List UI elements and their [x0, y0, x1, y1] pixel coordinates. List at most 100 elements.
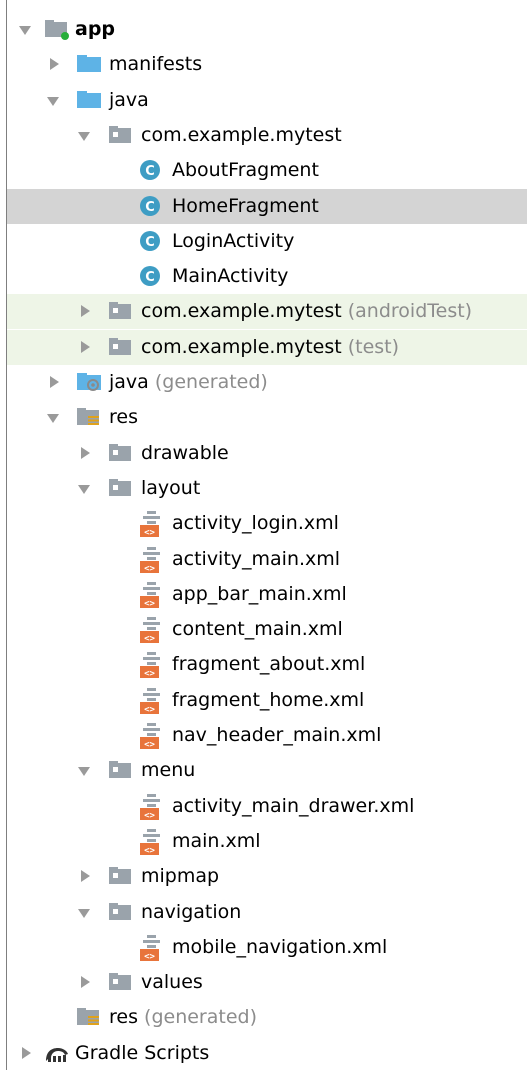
chevron-right-icon[interactable] — [78, 965, 92, 1000]
layout-xml-icon: <> — [137, 789, 165, 824]
tree-item-activity-login-xml[interactable]: <> activity_login.xml — [7, 506, 527, 541]
package-icon — [107, 895, 135, 930]
tree-item-label: java — [109, 83, 149, 118]
tree-item-label: app — [75, 12, 115, 47]
tree-item-pkg-main[interactable]: com.example.mytest — [7, 118, 527, 153]
tree-item-home-fragment[interactable]: C HomeFragment — [7, 188, 527, 224]
tree-item-name: navigation — [141, 900, 242, 923]
tree-item-label: drawable — [141, 436, 229, 471]
tree-item-name: mobile_navigation.xml — [172, 935, 388, 958]
chevron-down-icon[interactable] — [47, 83, 61, 118]
tree-item-name: fragment_home.xml — [172, 688, 365, 711]
tree-item-label: manifests — [109, 47, 202, 82]
svg-text:<>: <> — [144, 528, 155, 538]
tree-item-main-xml[interactable]: <> main.xml — [7, 824, 527, 859]
tree-item-name: com.example.mytest — [141, 335, 342, 358]
svg-text:<>: <> — [144, 634, 155, 644]
layout-xml-icon: <> — [137, 577, 165, 612]
tree-item-about-fragment[interactable]: C AboutFragment — [7, 153, 527, 188]
tree-item-login-activity[interactable]: C LoginActivity — [7, 224, 527, 259]
layout-xml-icon: <> — [137, 647, 165, 682]
tree-item-java-generated[interactable]: java (generated) — [7, 365, 527, 400]
chevron-right-icon[interactable] — [78, 294, 92, 329]
svg-text:<>: <> — [144, 846, 155, 856]
svg-text:<>: <> — [144, 740, 155, 750]
folder-icon — [75, 83, 103, 118]
tree-item-drawable[interactable]: drawable — [7, 436, 527, 471]
chevron-down-icon[interactable] — [78, 118, 92, 153]
package-icon — [107, 471, 135, 506]
layout-xml-icon: <> — [137, 506, 165, 541]
tree-item-app[interactable]: app — [7, 12, 527, 47]
chevron-down-icon[interactable] — [19, 12, 33, 47]
tree-item-menu[interactable]: menu — [7, 753, 527, 788]
svg-text:C: C — [145, 164, 155, 179]
tree-item-name: activity_main_drawer.xml — [172, 794, 415, 817]
tree-item-label: app_bar_main.xml — [172, 577, 347, 612]
package-icon — [107, 330, 135, 365]
tree-item-label: navigation — [141, 895, 241, 930]
tree-item-activity-main-drawer-xml[interactable]: <> activity_main_drawer.xml — [7, 789, 527, 824]
tree-item-fragment-about-xml[interactable]: <> fragment_about.xml — [7, 647, 527, 682]
chevron-right-icon[interactable] — [78, 859, 92, 894]
resource-folder-icon — [75, 1000, 103, 1035]
tree-item-name: Gradle Scripts — [75, 1041, 210, 1064]
tree-item-name: AboutFragment — [172, 159, 319, 182]
chevron-down-icon[interactable] — [78, 471, 92, 506]
tree-item-label: HomeFragment — [172, 189, 319, 224]
tree-item-java[interactable]: java — [7, 83, 527, 118]
chevron-down-icon[interactable] — [78, 753, 92, 788]
tree-item-suffix: (test) — [347, 335, 400, 358]
tree-item-pkg-test[interactable]: com.example.mytest (test) — [7, 329, 527, 365]
tree-item-name: activity_main.xml — [172, 547, 341, 570]
tree-item-res[interactable]: res — [7, 400, 527, 435]
gradle-icon — [43, 1036, 71, 1071]
tree-item-mipmap[interactable]: mipmap — [7, 859, 527, 894]
tree-item-label: menu — [141, 753, 195, 788]
tree-item-gradle-scripts[interactable]: Gradle Scripts — [7, 1036, 527, 1071]
layout-xml-icon: <> — [137, 683, 165, 718]
tree-item-label: res — [109, 400, 138, 435]
tree-item-name: values — [141, 971, 203, 994]
tree-item-name: nav_header_main.xml — [172, 724, 382, 746]
chevron-right-icon[interactable] — [78, 330, 92, 365]
tree-item-label: fragment_home.xml — [172, 683, 364, 718]
tree-item-pkg-androidtest[interactable]: com.example.mytest (androidTest) — [7, 294, 527, 330]
tree-item-name: app — [75, 18, 116, 40]
chevron-down-icon[interactable] — [47, 400, 61, 435]
tree-item-label: activity_main.xml — [172, 542, 340, 577]
tree-item-app-bar-main-xml[interactable]: <> app_bar_main.xml — [7, 577, 527, 612]
tree-item-navigation[interactable]: navigation — [7, 895, 527, 930]
svg-text:C: C — [145, 235, 155, 250]
chevron-down-icon[interactable] — [78, 895, 92, 930]
tree-item-name: LoginActivity — [172, 229, 295, 252]
tree-item-name: java — [109, 88, 149, 111]
module-folder-icon — [43, 12, 71, 47]
generated-folder-icon — [75, 365, 103, 400]
chevron-right-icon[interactable] — [78, 436, 92, 471]
tree-item-label: main.xml — [172, 824, 261, 859]
svg-text:<>: <> — [144, 564, 155, 574]
tree-item-content-main-xml[interactable]: <> content_main.xml — [7, 612, 527, 647]
tree-item-nav-header-main-xml[interactable]: <> nav_header_main.xml — [7, 718, 527, 753]
tree-item-fragment-home-xml[interactable]: <> fragment_home.xml — [7, 683, 527, 718]
tree-item-label: MainActivity — [172, 259, 288, 294]
tree-item-values[interactable]: values — [7, 965, 527, 1000]
layout-xml-icon: <> — [137, 612, 165, 647]
tree-item-res-generated[interactable]: res (generated) — [7, 1000, 527, 1035]
package-icon — [107, 965, 135, 1000]
tree-item-label: layout — [141, 471, 200, 506]
tree-item-manifests[interactable]: manifests — [7, 47, 527, 82]
chevron-right-icon[interactable] — [19, 1036, 33, 1071]
tree-item-name: java — [109, 371, 149, 393]
tree-item-main-activity[interactable]: C MainActivity — [7, 259, 527, 294]
tree-item-name: app_bar_main.xml — [172, 582, 347, 605]
chevron-right-icon[interactable] — [47, 365, 61, 400]
chevron-right-icon[interactable] — [47, 47, 61, 82]
tree-item-mobile-navigation-xml[interactable]: <> mobile_navigation.xml — [7, 930, 527, 965]
tree-item-layout[interactable]: layout — [7, 471, 527, 506]
tree-item-name: content_main.xml — [172, 618, 343, 641]
tree-item-activity-main-xml[interactable]: <> activity_main.xml — [7, 542, 527, 577]
tree-item-label: activity_main_drawer.xml — [172, 789, 414, 824]
tree-item-suffix: (androidTest) — [347, 300, 473, 323]
